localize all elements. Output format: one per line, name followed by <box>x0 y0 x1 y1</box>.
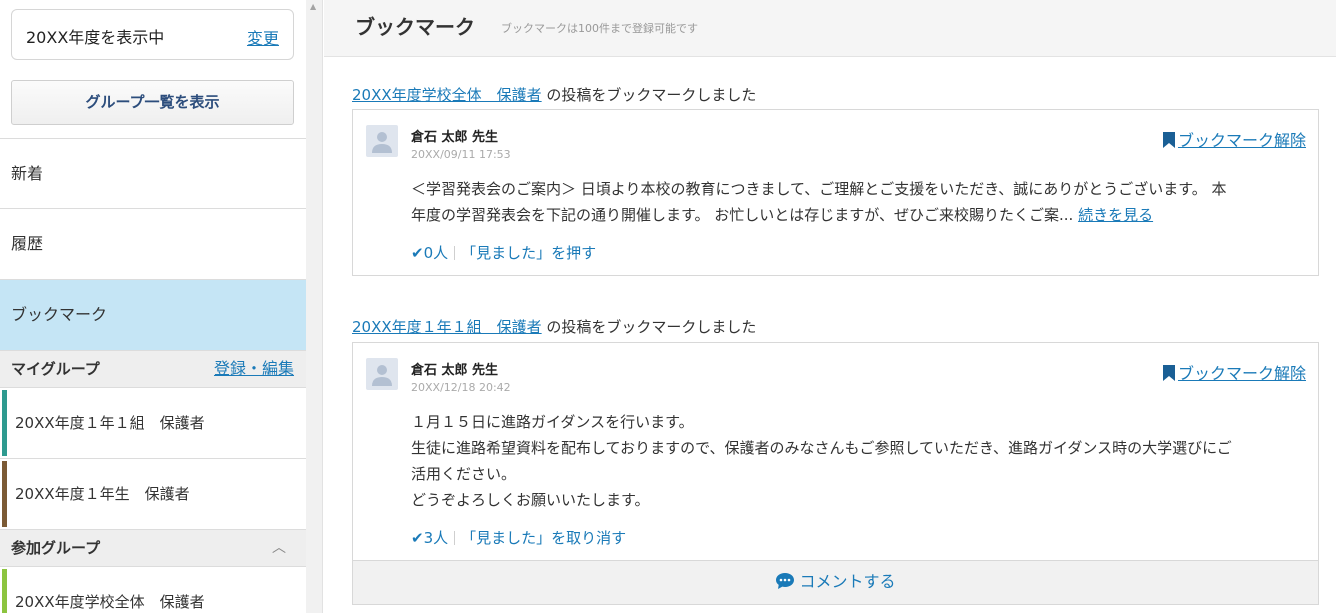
divider <box>454 246 456 260</box>
sidebar-group-item[interactable]: 20XX年度１年生 保護者 <box>0 459 306 530</box>
post-author: 倉石 太郎 先生 <box>411 130 499 145</box>
mygroup-section-header: マイグループ 登録・編集 <box>0 350 306 388</box>
bookmark-icon <box>1162 365 1175 381</box>
scroll-up-arrow-icon[interactable]: ▲ <box>310 2 316 11</box>
main-content: ブックマーク ブックマークは100件まで登録可能です 20XX年度学校全体 保護… <box>324 0 1336 613</box>
joined-section-header[interactable]: 参加グループ ︿ <box>0 529 306 567</box>
post-body-line: 生徒に進路希望資料を配布しておりますので、保護者のみなさんもご参照していただき、… <box>411 439 1232 457</box>
divider <box>454 531 456 545</box>
nav-item-new[interactable]: 新着 <box>0 138 306 209</box>
post-body: ＜学習発表会のご案内＞ 日頃より本校の教育につきまして、ご理解とご支援をいただき… <box>411 176 1306 228</box>
check-icon: ✔ <box>411 244 424 262</box>
post-date: 20XX/09/11 17:53 <box>411 148 511 161</box>
post-group-link[interactable]: 20XX年度学校全体 保護者 <box>352 86 542 104</box>
post-body-line: 年度の学習発表会を下記の通り開催します。 お忙しいとは存じますが、ぜひご来校賜り… <box>411 202 1306 228</box>
mygroup-title: マイグループ <box>11 360 100 378</box>
seen-row: ✔3人 「見ました」を取り消す <box>411 527 626 548</box>
bookmark-limit-note: ブックマークは100件まで登録可能です <box>501 22 698 35</box>
post-body-line: ＜学習発表会のご案内＞ 日頃より本校の教育につきまして、ご理解とご支援をいただき… <box>411 180 1227 198</box>
speech-bubble-icon <box>776 573 795 589</box>
seen-count[interactable]: 3人 <box>424 529 449 547</box>
post-body: １月１５日に進路ガイダンスを行います。 生徒に進路希望資料を配布しておりますので… <box>411 409 1311 513</box>
post-date: 20XX/12/18 20:42 <box>411 381 511 394</box>
avatar <box>366 358 398 390</box>
post-caption-text: の投稿をブックマークしました <box>541 86 757 104</box>
post-caption: 20XX年度学校全体 保護者 の投稿をブックマークしました <box>352 84 756 105</box>
bookmark-remove-label: ブックマーク解除 <box>1177 131 1306 150</box>
post-card: 倉石 太郎 先生 20XX/12/18 20:42 ブックマーク解除 １月１５日… <box>352 342 1319 605</box>
post-author: 倉石 太郎 先生 <box>411 363 499 378</box>
seen-action-button[interactable]: 「見ました」を取り消す <box>461 529 626 547</box>
avatar <box>366 125 398 157</box>
seen-action-button[interactable]: 「見ました」を押す <box>461 244 596 262</box>
seen-row: ✔0人 「見ました」を押す <box>411 242 596 263</box>
check-icon: ✔ <box>411 529 424 547</box>
group-color-bar <box>2 461 7 527</box>
group-label: 20XX年度１年１組 保護者 <box>15 414 205 432</box>
read-more-link[interactable]: 続きを見る <box>1078 206 1153 224</box>
mygroup-edit-link[interactable]: 登録・編集 <box>214 351 294 387</box>
joined-title: 参加グループ <box>11 539 101 557</box>
nav-item-history[interactable]: 履歴 <box>0 208 306 279</box>
bookmark-icon <box>1162 132 1175 148</box>
post-body-line: 活用ください。 <box>411 465 517 483</box>
post-body-line: １月１５日に進路ガイダンスを行います。 <box>411 413 694 431</box>
group-color-bar <box>2 390 7 456</box>
bookmark-remove-link[interactable]: ブックマーク解除 <box>1162 127 1306 151</box>
sidebar-group-item[interactable]: 20XX年度１年１組 保護者 <box>0 388 306 459</box>
show-group-list-button[interactable]: グループ一覧を表示 <box>11 80 294 125</box>
bookmark-remove-link[interactable]: ブックマーク解除 <box>1162 360 1306 384</box>
page-header: ブックマーク ブックマークは100件まで登録可能です <box>324 0 1336 57</box>
bookmark-remove-label: ブックマーク解除 <box>1177 364 1306 383</box>
post-card: 倉石 太郎 先生 20XX/09/11 17:53 ブックマーク解除 ＜学習発表… <box>352 109 1319 276</box>
comment-label: コメントする <box>799 572 896 591</box>
group-label: 20XX年度学校全体 保護者 <box>15 593 205 611</box>
sidebar-group-item[interactable]: 20XX年度学校全体 保護者 <box>0 567 306 613</box>
group-color-bar <box>2 569 7 613</box>
group-label: 20XX年度１年生 保護者 <box>15 485 190 503</box>
post-caption: 20XX年度１年１組 保護者 の投稿をブックマークしました <box>352 316 756 337</box>
change-year-link[interactable]: 変更 <box>247 25 279 49</box>
post-body-line: どうぞよろしくお願いいたします。 <box>411 491 650 509</box>
nav-item-bookmark[interactable]: ブックマーク <box>0 279 306 350</box>
post-group-link[interactable]: 20XX年度１年１組 保護者 <box>352 318 542 336</box>
post-body-excerpt: 年度の学習発表会を下記の通り開催します。 お忙しいとは存じますが、ぜひご来校賜り… <box>411 206 1074 224</box>
chevron-up-icon[interactable]: ︿ <box>272 530 286 566</box>
sidebar: 20XX年度を表示中 変更 グループ一覧を表示 新着 履歴 ブックマーク マイグ… <box>0 0 306 613</box>
seen-count[interactable]: 0人 <box>424 244 449 262</box>
post-caption-text: の投稿をブックマークしました <box>541 318 757 336</box>
year-selector: 20XX年度を表示中 変更 <box>11 9 294 60</box>
current-year-label: 20XX年度を表示中 <box>26 28 165 47</box>
comment-button[interactable]: コメントする <box>353 560 1318 604</box>
page-title: ブックマーク <box>355 15 475 39</box>
sidebar-scrollbar[interactable]: ▲ <box>306 0 323 613</box>
